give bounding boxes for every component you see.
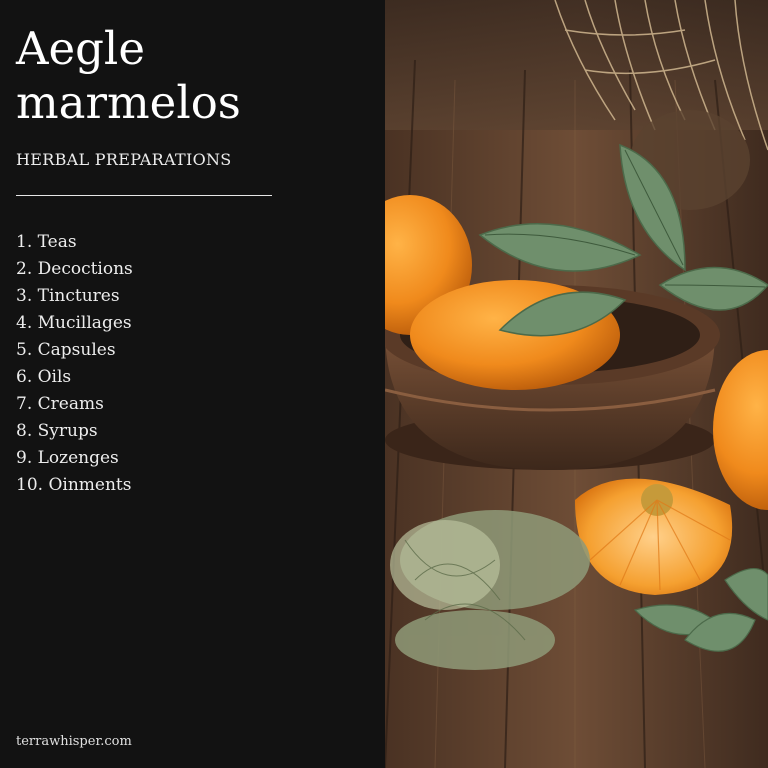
list-item: 10. Oinments <box>16 475 132 495</box>
product-photo <box>385 0 768 768</box>
title-line-1: Aegle <box>16 22 145 75</box>
title-line-2: marmelos <box>16 76 241 129</box>
list-item: 9. Lozenges <box>16 448 119 468</box>
site-url: terrawhisper.com <box>16 734 132 749</box>
list-item: 2. Decoctions <box>16 259 133 279</box>
page-title: Aegle marmelos <box>16 22 241 130</box>
text-panel: Aegle marmelos HERBAL PREPARATIONS 1. Te… <box>0 0 385 768</box>
list-item: 4. Mucillages <box>16 313 132 333</box>
preparations-list: 1. Teas 2. Decoctions 3. Tinctures 4. Mu… <box>16 229 133 499</box>
list-item: 8. Syrups <box>16 421 98 441</box>
list-item: 7. Creams <box>16 394 104 414</box>
subtitle: HERBAL PREPARATIONS <box>16 150 232 169</box>
list-item: 5. Capsules <box>16 340 116 360</box>
list-item: 6. Oils <box>16 367 72 387</box>
divider <box>16 195 272 196</box>
list-item: 1. Teas <box>16 232 77 252</box>
list-item: 3. Tinctures <box>16 286 120 306</box>
